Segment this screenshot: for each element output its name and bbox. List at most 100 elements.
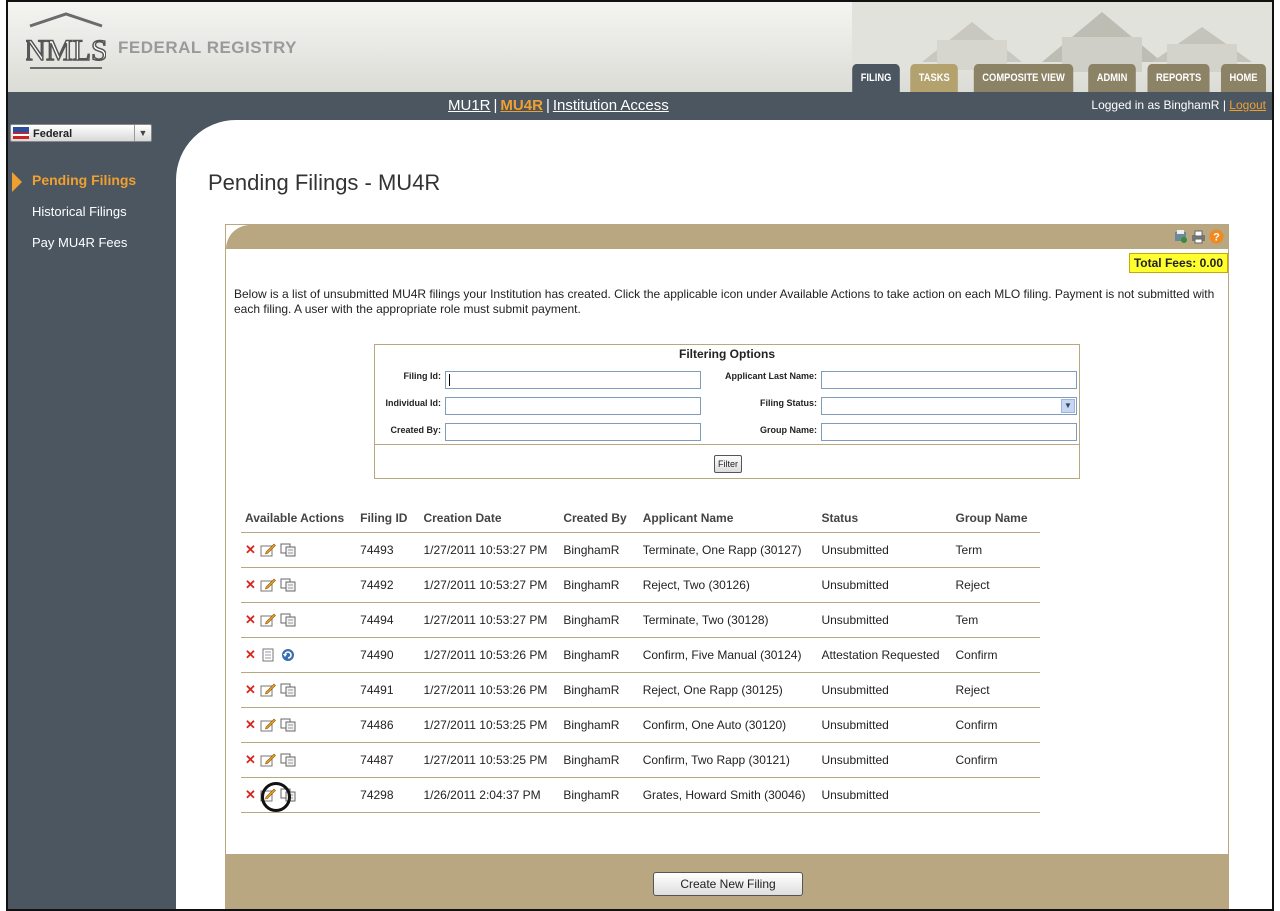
logged-in-text: Logged in as BinghamR (1091, 98, 1220, 112)
subnav-mu1r[interactable]: MU1R (448, 97, 491, 114)
copy-icon[interactable] (280, 683, 296, 697)
applicant-last-name-input[interactable] (821, 371, 1077, 389)
col-created-by: Created By (563, 511, 627, 525)
filings-panel: ? Total Fees: 0.00 Below is a list of un… (225, 224, 1229, 909)
group-name-label: Group Name: (759, 425, 817, 435)
cell-group-name: Tem (951, 602, 1040, 638)
group-name-input[interactable] (821, 423, 1077, 441)
sidebar-item-historical-filings[interactable]: Historical Filings (8, 203, 136, 234)
copy-icon[interactable] (280, 543, 296, 557)
registry-selector[interactable]: Federal ▼ (10, 124, 152, 142)
individual-id-input[interactable] (445, 397, 701, 415)
cell-creation-date: 1/27/2011 10:53:27 PM (419, 567, 560, 603)
delete-icon[interactable]: ✕ (245, 787, 256, 803)
create-new-filing-button[interactable]: Create New Filing (653, 872, 803, 896)
copy-icon[interactable] (280, 753, 296, 767)
delete-icon[interactable]: ✕ (245, 752, 256, 768)
row-actions: ✕ (241, 602, 357, 638)
delete-icon[interactable]: ✕ (245, 647, 256, 663)
cell-status: Unsubmitted (817, 672, 952, 708)
help-icon[interactable]: ? (1209, 229, 1224, 244)
tab-tasks[interactable]: TASKS (910, 64, 959, 92)
cell-creation-date: 1/27/2011 10:53:25 PM (419, 707, 560, 743)
cell-status: Unsubmitted (817, 532, 952, 568)
filter-button[interactable]: Filter (714, 455, 742, 473)
cell-creation-date: 1/26/2011 2:04:37 PM (419, 777, 560, 813)
delete-icon[interactable]: ✕ (245, 717, 256, 733)
cell-created-by: BinghamR (559, 672, 639, 708)
tab-reports[interactable]: REPORTS (1147, 64, 1210, 92)
edit-icon[interactable] (260, 683, 276, 697)
edit-icon[interactable] (260, 543, 276, 557)
tab-composite-view[interactable]: COMPOSITE VIEW (973, 64, 1073, 92)
copy-icon[interactable] (280, 613, 296, 627)
cell-group-name: Confirm (951, 707, 1040, 743)
app-window: NMLS FEDERAL REGISTRY FILING TASKS COMPO… (6, 0, 1274, 911)
cell-creation-date: 1/27/2011 10:53:26 PM (419, 672, 560, 708)
copy-icon[interactable] (280, 718, 296, 732)
cell-group-name: Reject (951, 672, 1040, 708)
table-row: ✕ 74298 1/26/2011 2:04:37 PM BinghamR Grates… (241, 777, 1040, 813)
cell-filing-id: 74490 (356, 637, 420, 673)
cell-filing-id: 74491 (356, 672, 420, 708)
cell-creation-date: 1/27/2011 10:53:26 PM (419, 637, 560, 673)
cell-status: Unsubmitted (817, 567, 952, 603)
row-actions: ✕ (241, 637, 357, 673)
edit-icon[interactable] (260, 718, 276, 732)
cell-group-name: Term (951, 532, 1040, 568)
cell-applicant-name: Reject, One Rapp (30125) (638, 672, 818, 708)
main-tabs: FILING TASKS COMPOSITE VIEW ADMIN REPORT… (848, 64, 1270, 92)
filtering-options: Filtering Options Filing Id: Applicant L… (374, 344, 1080, 479)
sidebar-item-pay-fees[interactable]: Pay MU4R Fees (8, 234, 136, 265)
subnav-mu4r[interactable]: MU4R (500, 97, 543, 114)
cell-created-by: BinghamR (559, 742, 639, 778)
page-title: Pending Filings - MU4R (208, 170, 441, 195)
cell-filing-id: 74494 (356, 602, 420, 638)
edit-icon[interactable] (260, 578, 276, 592)
delete-icon[interactable]: ✕ (245, 542, 256, 558)
cell-applicant-name: Grates, Howard Smith (30046) (638, 777, 818, 813)
filings-table: Available Actions Filing ID Creation Dat… (241, 508, 1040, 813)
cell-filing-id: 74493 (356, 532, 420, 568)
cell-group-name: Confirm (951, 742, 1040, 778)
filing-status-select[interactable]: ▼ (821, 397, 1077, 415)
cell-filing-id: 74298 (356, 777, 420, 813)
print-icon[interactable] (1191, 229, 1206, 244)
logout-link[interactable]: Logout (1229, 98, 1266, 112)
col-applicant-name: Applicant Name (642, 511, 734, 525)
table-row: ✕ 74493 1/27/2011 10:53:27 PM BinghamR Termi… (241, 532, 1040, 568)
panel-header: ? (226, 225, 1228, 249)
delete-icon[interactable]: ✕ (245, 682, 256, 698)
col-filing-id: Filing ID (360, 511, 408, 525)
subnav-institution-access[interactable]: Institution Access (553, 97, 669, 114)
edit-icon[interactable] (260, 753, 276, 767)
sidebar-item-pending-filings[interactable]: Pending Filings (8, 172, 136, 203)
table-row: ✕ 74486 1/27/2011 10:53:25 PM BinghamR Confi… (241, 707, 1040, 743)
refresh-icon[interactable] (280, 648, 296, 662)
edit-icon[interactable] (260, 613, 276, 627)
delete-icon[interactable]: ✕ (245, 612, 256, 628)
delete-icon[interactable]: ✕ (245, 577, 256, 593)
row-actions: ✕ (241, 532, 357, 568)
tab-filing[interactable]: FILING (852, 64, 900, 92)
sidebar: Federal ▼ Pending Filings Historical Fil… (8, 120, 176, 909)
panel-footer: Create New Filing (226, 854, 1228, 909)
view-icon[interactable] (260, 648, 276, 662)
chevron-down-icon: ▼ (1061, 399, 1075, 413)
created-by-input[interactable] (445, 423, 701, 441)
table-row: ✕ 74490 1/27/2011 10:53:26 PM BinghamR Confi… (241, 637, 1040, 673)
filter-title: Filtering Options (679, 347, 775, 361)
tab-home[interactable]: HOME (1220, 64, 1267, 92)
export-icon[interactable] (1173, 229, 1188, 244)
tab-admin[interactable]: ADMIN (1087, 64, 1136, 92)
brand-title: FEDERAL REGISTRY (118, 38, 297, 57)
col-group-name: Group Name (955, 511, 1028, 525)
filing-id-input[interactable] (445, 371, 701, 389)
cell-filing-id: 74492 (356, 567, 420, 603)
copy-icon[interactable] (280, 578, 296, 592)
cell-group-name (951, 777, 1040, 813)
applicant-last-name-label: Applicant Last Name: (724, 371, 817, 381)
cell-group-name: Confirm (951, 637, 1040, 673)
current-arrow-icon (12, 172, 22, 192)
nmls-logo: NMLS (26, 12, 106, 69)
